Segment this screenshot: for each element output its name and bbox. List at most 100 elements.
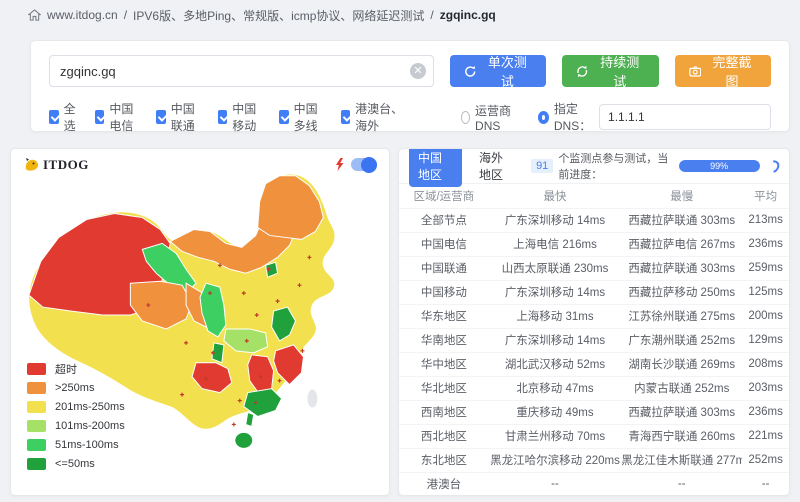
dns-server-input[interactable] bbox=[599, 104, 771, 130]
loop-icon bbox=[576, 65, 588, 78]
cell-region: 华东地区 bbox=[399, 304, 489, 328]
table-row: 港澳台------ bbox=[399, 472, 789, 496]
cell-fastest: 广东深圳移动 14ms bbox=[489, 280, 622, 304]
cell-region: 中国电信 bbox=[399, 232, 489, 256]
cell-slowest: 青海西宁联通 260ms bbox=[621, 424, 742, 448]
table-row: 中国电信上海电信 216ms西藏拉萨电信 267ms236ms bbox=[399, 232, 789, 256]
cell-average: 125ms bbox=[742, 280, 789, 304]
lightning-icon bbox=[335, 158, 344, 171]
legend-item: 超时 bbox=[27, 359, 125, 378]
clear-input-icon[interactable]: ✕ bbox=[410, 63, 426, 79]
cell-region: 中国移动 bbox=[399, 280, 489, 304]
cell-fastest: 湖北武汉移动 52ms bbox=[489, 352, 622, 376]
cell-fastest: 上海电信 216ms bbox=[489, 232, 622, 256]
checkbox-checked-icon bbox=[49, 110, 59, 124]
cell-fastest: 甘肃兰州移动 70ms bbox=[489, 424, 622, 448]
cell-fastest: 广东深圳移动 14ms bbox=[489, 328, 622, 352]
breadcrumb-path[interactable]: IPV6版、多地Ping、常规版、icmp协议、网络延迟测试 bbox=[133, 7, 424, 24]
progress-label: 个监测点参与测试，当前进度： bbox=[558, 150, 670, 182]
cell-fastest: 北京移动 47ms bbox=[489, 376, 622, 400]
legend-item: 51ms-100ms bbox=[27, 435, 125, 454]
checkbox-checked-icon bbox=[95, 110, 104, 124]
cell-slowest: 西藏拉萨联通 303ms bbox=[621, 208, 742, 232]
cell-region: 东北地区 bbox=[399, 448, 489, 472]
camera-icon bbox=[689, 65, 701, 78]
checkbox-checked-icon bbox=[218, 110, 227, 124]
cell-fastest: 广东深圳移动 14ms bbox=[489, 208, 622, 232]
loading-spinner-icon bbox=[766, 158, 782, 175]
radio-selected-icon bbox=[538, 111, 549, 124]
checkbox-checked-icon bbox=[341, 110, 350, 124]
cell-fastest: 山西太原联通 230ms bbox=[489, 256, 622, 280]
results-panel: 中国地区 海外地区 91 个监测点参与测试，当前进度： 99% 区域/运营商 最… bbox=[398, 148, 790, 496]
cell-region: 中国联通 bbox=[399, 256, 489, 280]
radio-isp-dns[interactable]: 运营商DNS bbox=[461, 102, 516, 133]
cell-average: 200ms bbox=[742, 304, 789, 328]
checkbox-china-unicom[interactable]: 中国联通 bbox=[156, 100, 202, 134]
target-host-input[interactable] bbox=[49, 55, 434, 87]
cell-average: -- bbox=[742, 472, 789, 496]
cell-average: 213ms bbox=[742, 208, 789, 232]
cell-region: 华北地区 bbox=[399, 376, 489, 400]
cell-region: 西南地区 bbox=[399, 400, 489, 424]
cell-average: 208ms bbox=[742, 352, 789, 376]
logo-text: ITDOG bbox=[43, 157, 89, 173]
home-icon bbox=[28, 9, 41, 22]
col-fastest: 最快 bbox=[489, 184, 622, 208]
legend-swatch bbox=[27, 439, 46, 451]
table-header-row: 区域/运营商 最快 最慢 平均 bbox=[399, 184, 789, 208]
radio-unselected-icon bbox=[461, 111, 470, 124]
single-test-button[interactable]: 单次测试 bbox=[450, 55, 546, 87]
table-row: 华北地区北京移动 47ms内蒙古联通 252ms203ms bbox=[399, 376, 789, 400]
checkbox-china-mobile[interactable]: 中国移动 bbox=[218, 100, 264, 134]
cell-region: 华南地区 bbox=[399, 328, 489, 352]
map-mode-toggle[interactable] bbox=[351, 158, 377, 171]
col-average: 平均 bbox=[742, 184, 789, 208]
breadcrumb-current: zgqinc.gq bbox=[440, 8, 496, 22]
table-row: 中国移动广东深圳移动 14ms西藏拉萨移动 250ms125ms bbox=[399, 280, 789, 304]
cell-slowest: 黑龙江佳木斯联通 277ms bbox=[621, 448, 742, 472]
tab-china-region[interactable]: 中国地区 bbox=[409, 148, 462, 187]
cell-fastest: 重庆移动 49ms bbox=[489, 400, 622, 424]
table-row: 中国联通山西太原联通 230ms西藏拉萨联通 303ms259ms bbox=[399, 256, 789, 280]
cell-average: 236ms bbox=[742, 232, 789, 256]
continuous-test-button[interactable]: 持续测试 bbox=[562, 55, 658, 87]
china-latency-map-panel: ITDOG bbox=[10, 148, 390, 496]
cell-slowest: 广东潮州联通 252ms bbox=[621, 328, 742, 352]
breadcrumb-site[interactable]: www.itdog.cn bbox=[47, 8, 118, 22]
legend-swatch bbox=[27, 382, 46, 394]
table-row: 全部节点广东深圳移动 14ms西藏拉萨联通 303ms213ms bbox=[399, 208, 789, 232]
cell-slowest: 西藏拉萨移动 250ms bbox=[621, 280, 742, 304]
legend-item: >250ms bbox=[27, 378, 125, 397]
test-control-panel: ✕ 单次测试 持续测试 完整截图 bbox=[30, 40, 790, 132]
map-legend: 超时 >250ms 201ms-250ms 101ms-200ms 51ms-1… bbox=[27, 359, 125, 473]
legend-swatch bbox=[27, 458, 46, 470]
checkbox-select-all[interactable]: 全选 bbox=[49, 100, 80, 134]
checkbox-china-telecom[interactable]: 中国电信 bbox=[95, 100, 141, 134]
cell-slowest: -- bbox=[621, 472, 742, 496]
radio-custom-dns[interactable]: 指定DNS： bbox=[538, 100, 593, 134]
cell-slowest: 西藏拉萨联通 303ms bbox=[621, 256, 742, 280]
cell-slowest: 江苏徐州联通 275ms bbox=[621, 304, 742, 328]
cell-fastest: 上海移动 31ms bbox=[489, 304, 622, 328]
tab-overseas-region[interactable]: 海外地区 bbox=[470, 148, 523, 187]
legend-item: 201ms-250ms bbox=[27, 397, 125, 416]
table-row: 东北地区黑龙江哈尔滨移动 220ms黑龙江佳木斯联通 277ms252ms bbox=[399, 448, 789, 472]
col-slowest: 最慢 bbox=[621, 184, 742, 208]
cell-slowest: 内蒙古联通 252ms bbox=[621, 376, 742, 400]
itdog-logo: ITDOG bbox=[23, 157, 89, 173]
cell-slowest: 湖南长沙联通 269ms bbox=[621, 352, 742, 376]
legend-swatch bbox=[27, 401, 46, 413]
checkbox-china-multiline[interactable]: 中国多线 bbox=[279, 100, 325, 134]
cell-average: 203ms bbox=[742, 376, 789, 400]
cell-average: 252ms bbox=[742, 448, 789, 472]
legend-swatch bbox=[27, 363, 46, 375]
table-row: 华东地区上海移动 31ms江苏徐州联通 275ms200ms bbox=[399, 304, 789, 328]
cell-region: 港澳台 bbox=[399, 472, 489, 496]
breadcrumb-sep: / bbox=[124, 8, 127, 22]
full-screenshot-button[interactable]: 完整截图 bbox=[675, 55, 771, 87]
refresh-icon bbox=[464, 65, 476, 78]
legend-item: <=50ms bbox=[27, 454, 125, 473]
progress-bar: 99% bbox=[679, 160, 761, 172]
checkbox-hmt-overseas[interactable]: 港澳台、海外 bbox=[341, 100, 404, 134]
